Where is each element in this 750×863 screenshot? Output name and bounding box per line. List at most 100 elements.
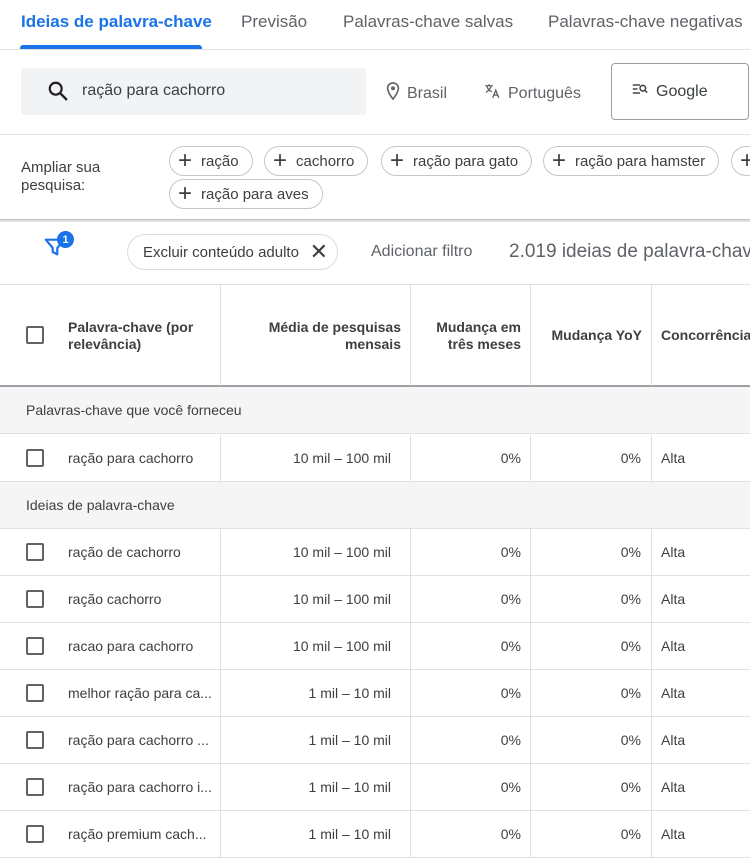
yoy-change-cell: 0% xyxy=(620,779,641,795)
keyword-cell: ração de cachorro xyxy=(68,544,181,560)
active-tab-indicator xyxy=(20,45,202,49)
section-title: Ideias de palavra-chave xyxy=(26,497,175,513)
column-header-yoy-change[interactable]: Mudança YoY xyxy=(540,285,642,386)
broaden-search-label: Ampliar sua pesquisa: xyxy=(21,159,101,194)
competition-cell: Alta xyxy=(661,732,686,748)
column-header-avg-searches[interactable]: Média de pesquisas mensais xyxy=(230,285,401,386)
section-provided-keywords: Palavras-chave que você forneceu xyxy=(0,387,750,434)
search-network-button[interactable]: Google xyxy=(611,63,749,120)
table-row[interactable]: ração para cachorro i... 1 mil – 10 mil 0%… xyxy=(0,764,750,811)
column-divider xyxy=(651,285,652,386)
search-value: ração para cachorro xyxy=(82,82,226,99)
select-all-checkbox[interactable] xyxy=(26,326,44,344)
plus-icon: + xyxy=(390,147,405,174)
column-divider xyxy=(530,811,531,858)
add-filter-button[interactable]: Adicionar filtro xyxy=(371,243,472,261)
table-row[interactable]: racao para cachorro 10 mil – 100 mil 0% 0% A… xyxy=(0,623,750,670)
competition-cell: Alta xyxy=(661,638,686,654)
table-row[interactable]: ração para cachorro ... 1 mil – 10 mil 0% 0… xyxy=(0,717,750,764)
search-network-label: Google xyxy=(656,82,708,100)
row-checkbox[interactable] xyxy=(26,684,44,702)
row-checkbox[interactable] xyxy=(26,778,44,796)
table-row[interactable]: melhor ração para ca... 1 mil – 10 mil 0% 0… xyxy=(0,670,750,717)
column-divider xyxy=(530,717,531,764)
column-header-three-month-change[interactable]: Mudança em três meses xyxy=(420,285,521,386)
tab-keyword-ideas[interactable]: Ideias de palavra-chave xyxy=(21,12,212,32)
yoy-change-cell: 0% xyxy=(620,544,641,560)
column-divider xyxy=(651,576,652,623)
keyword-cell: melhor ração para ca... xyxy=(68,685,212,701)
tab-bar: Ideias de palavra-chave Previsão Palavra… xyxy=(0,0,750,50)
tab-saved-keywords[interactable]: Palavras-chave salvas xyxy=(343,12,513,32)
table-row[interactable]: ração premium cach... 1 mil – 10 mil 0% 0% A… xyxy=(0,811,750,858)
column-divider xyxy=(410,435,411,482)
row-checkbox[interactable] xyxy=(26,731,44,749)
column-header-competition[interactable]: Concorrência xyxy=(661,285,750,386)
broaden-chip[interactable]: + ração para gato xyxy=(381,146,533,176)
competition-cell: Alta xyxy=(661,826,686,842)
table-row[interactable]: ração cachorro 10 mil – 100 mil 0% 0% Alta xyxy=(0,576,750,623)
yoy-change-cell: 0% xyxy=(620,732,641,748)
column-divider xyxy=(651,435,652,482)
search-input[interactable]: ração para cachorro xyxy=(21,68,366,115)
three-month-change-cell: 0% xyxy=(500,732,521,748)
close-icon[interactable]: ✕ xyxy=(310,241,328,263)
column-divider xyxy=(220,285,221,386)
language-label: Português xyxy=(508,84,581,102)
chip-label: ração para gato xyxy=(413,152,519,170)
chip-label: ração para hamster xyxy=(575,152,706,170)
avg-searches-cell: 1 mil – 10 mil xyxy=(308,732,391,748)
plus-icon: + xyxy=(178,180,193,207)
keyword-cell: ração premium cach... xyxy=(68,826,207,842)
language-selector[interactable]: Português xyxy=(483,82,581,105)
column-divider xyxy=(220,529,221,576)
column-divider xyxy=(530,670,531,717)
search-icon xyxy=(47,80,69,107)
avg-searches-cell: 1 mil – 10 mil xyxy=(308,779,391,795)
filter-chip-label: Excluir conteúdo adulto xyxy=(143,243,299,261)
column-divider xyxy=(651,811,652,858)
plus-icon: + xyxy=(273,147,288,174)
column-divider xyxy=(220,764,221,811)
chip-label: cachorro xyxy=(296,152,355,170)
column-divider xyxy=(651,529,652,576)
filter-chip-adult-content[interactable]: Excluir conteúdo adulto ✕ xyxy=(127,234,338,270)
section-title: Palavras-chave que você forneceu xyxy=(26,402,242,418)
table-row[interactable]: ração para cachorro 10 mil – 100 mil 0% 0% A… xyxy=(0,435,750,482)
translate-icon xyxy=(483,82,501,105)
yoy-change-cell: 0% xyxy=(620,638,641,654)
competition-cell: Alta xyxy=(661,544,686,560)
yoy-change-cell: 0% xyxy=(620,591,641,607)
three-month-change-cell: 0% xyxy=(500,591,521,607)
row-checkbox[interactable] xyxy=(26,590,44,608)
avg-searches-cell: 1 mil – 10 mil xyxy=(308,826,391,842)
three-month-change-cell: 0% xyxy=(500,826,521,842)
column-divider xyxy=(220,811,221,858)
row-checkbox[interactable] xyxy=(26,543,44,561)
broaden-chip[interactable]: + ração para aves xyxy=(169,179,323,209)
column-header-keyword[interactable]: Palavra-chave (por relevância) xyxy=(68,285,208,386)
row-checkbox[interactable] xyxy=(26,449,44,467)
tab-negative-keywords[interactable]: Palavras-chave negativas xyxy=(548,12,743,32)
table-row[interactable]: ração de cachorro 10 mil – 100 mil 0% 0% Alt… xyxy=(0,529,750,576)
tab-forecast[interactable]: Previsão xyxy=(241,12,307,32)
column-divider xyxy=(410,529,411,576)
competition-cell: Alta xyxy=(661,591,686,607)
column-divider xyxy=(530,435,531,482)
column-divider xyxy=(220,435,221,482)
avg-searches-cell: 10 mil – 100 mil xyxy=(292,544,391,560)
column-divider xyxy=(651,670,652,717)
broaden-chip-overflow[interactable]: + xyxy=(731,146,750,176)
row-checkbox[interactable] xyxy=(26,825,44,843)
broaden-chip[interactable]: + ração para hamster xyxy=(543,146,720,176)
location-pin-icon xyxy=(386,82,400,105)
keyword-cell: ração para cachorro xyxy=(68,450,194,466)
broaden-chip[interactable]: + cachorro xyxy=(264,146,369,176)
broaden-chip[interactable]: + ração xyxy=(169,146,253,176)
competition-cell: Alta xyxy=(661,450,686,466)
column-divider xyxy=(530,285,531,386)
row-checkbox[interactable] xyxy=(26,637,44,655)
location-selector[interactable]: Brasil xyxy=(386,82,447,105)
plus-icon: + xyxy=(552,147,567,174)
section-keyword-ideas: Ideias de palavra-chave xyxy=(0,482,750,529)
